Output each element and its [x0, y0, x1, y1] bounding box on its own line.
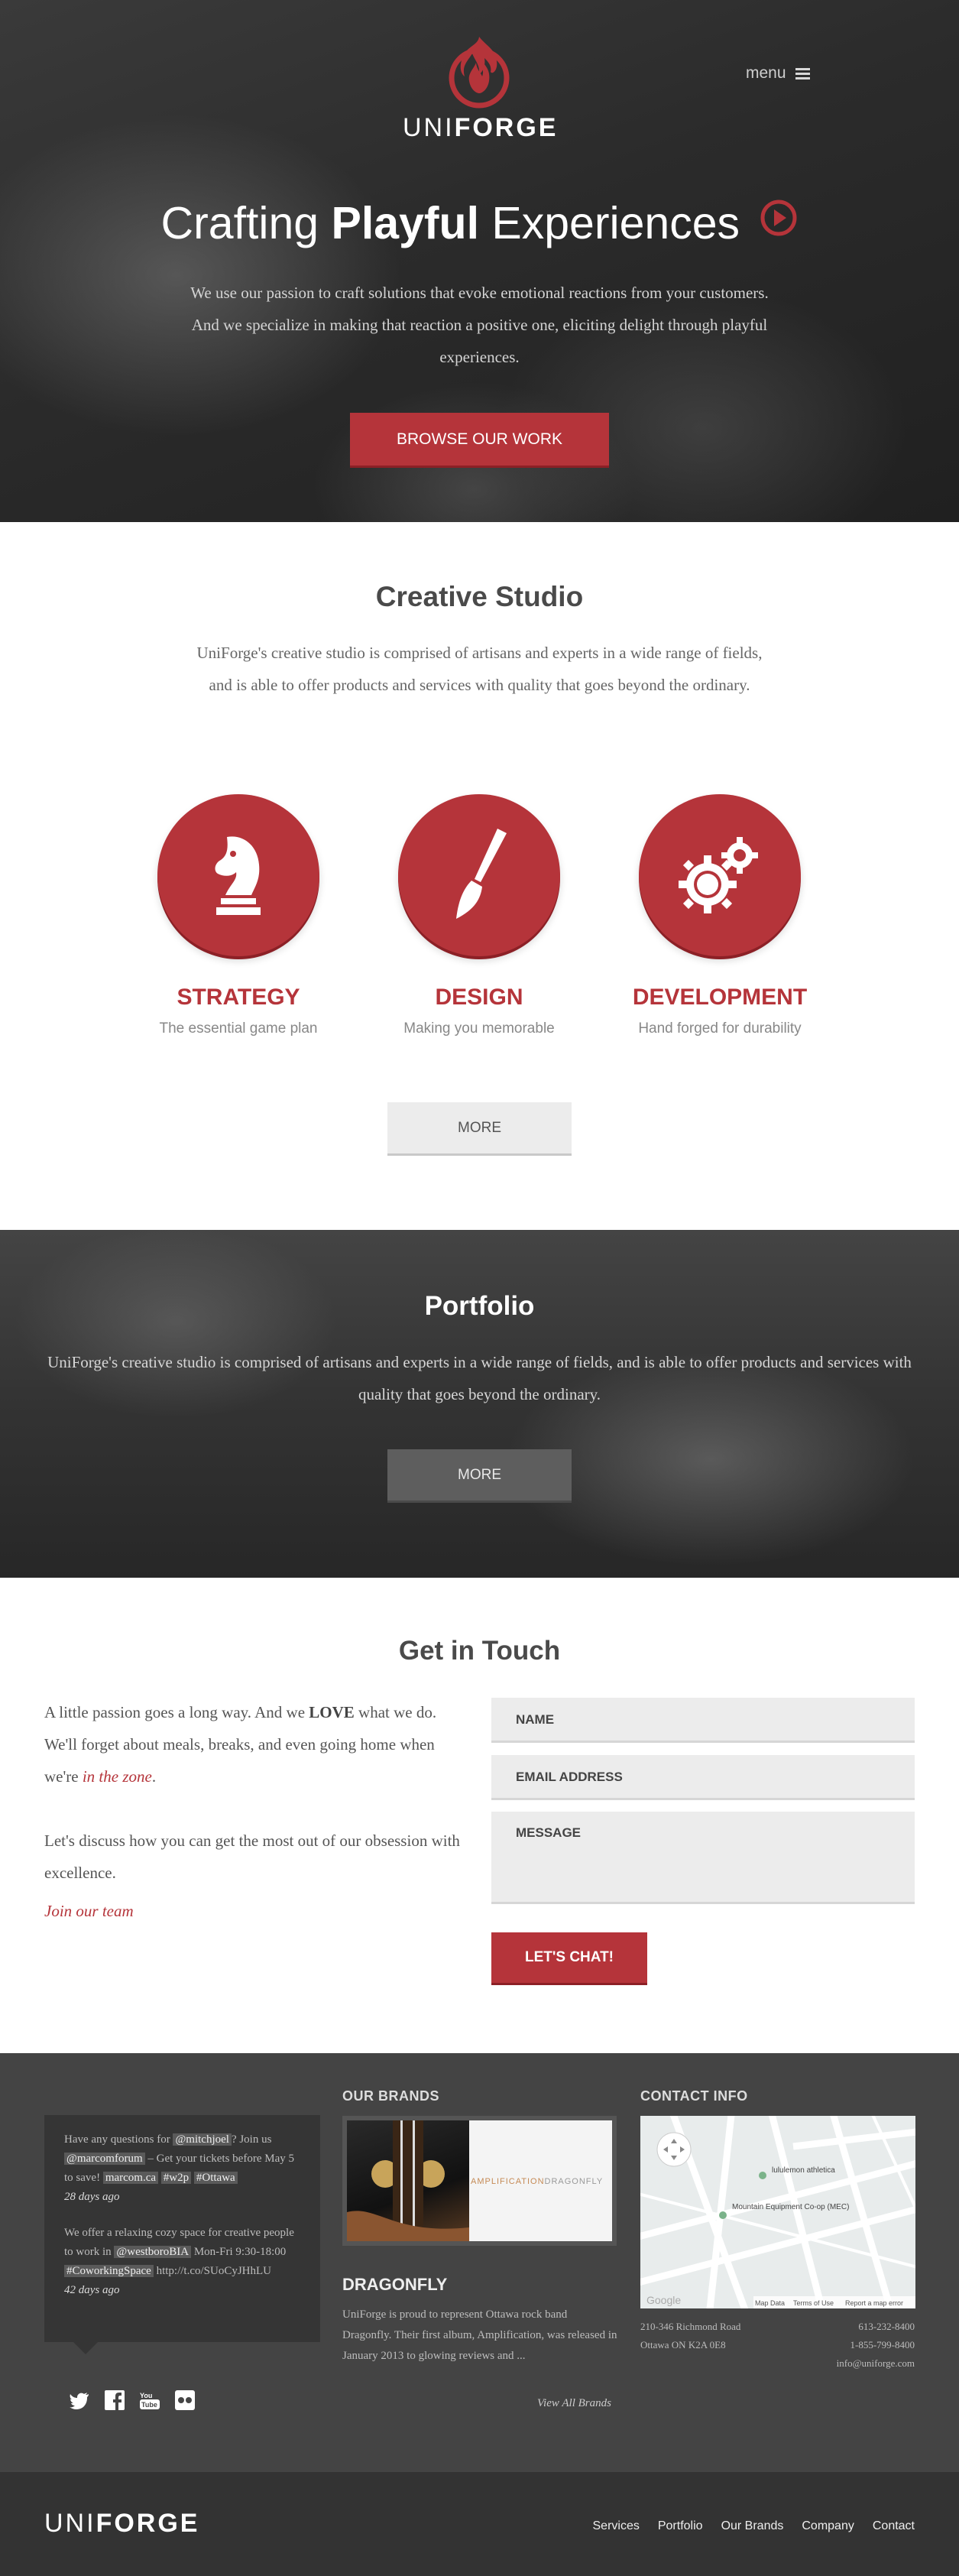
paintbrush-icon	[456, 829, 507, 919]
brand-description: UniForge is proud to represent Ottawa ro…	[342, 2308, 617, 2362]
footer-nav-our-brands[interactable]: Our Brands	[721, 2519, 784, 2533]
map-label-mec: Mountain Equipment Co-op (MEC)	[732, 2203, 849, 2211]
service-subtitle-development: Hand forged for durability	[638, 1020, 802, 1037]
gears-icon	[679, 837, 758, 913]
svg-text:Tube: Tube	[141, 2401, 157, 2409]
contact-intro: A little passion goes a long way. And we…	[44, 1696, 472, 1921]
design-circle[interactable]	[398, 794, 560, 956]
facebook-icon[interactable]	[104, 2389, 125, 2411]
brand-image-text-b: DRAGONFLY	[544, 2177, 604, 2186]
studio-description: UniForge's creative studio is comprised …	[196, 644, 763, 694]
bottom-bar: UNIFORGE Services Portfolio Our Brands C…	[0, 2472, 959, 2576]
tweet-mention[interactable]: @westboroBIA	[114, 2246, 192, 2258]
contact-info-heading: CONTACT INFO	[640, 2088, 748, 2104]
phone-email: 613-232-8400 1-855-799-8400 info@uniforg…	[837, 2318, 915, 2373]
map-data-label: Map Data	[755, 2299, 785, 2307]
tweet-time: 28 days ago	[64, 2191, 120, 2203]
development-circle[interactable]	[639, 794, 801, 956]
hero-title-pre: Crafting	[160, 198, 332, 248]
flickr-icon[interactable]	[174, 2389, 196, 2411]
play-video-icon[interactable]	[760, 196, 798, 248]
tweet-hashtag[interactable]: #Ottawa	[193, 2172, 238, 2184]
view-all-brands-link[interactable]: View All Brands	[537, 2397, 611, 2410]
browse-work-button[interactable]: BROWSE OUR WORK	[350, 413, 609, 468]
logo-text-bold: FORGE	[454, 113, 559, 142]
menu-button[interactable]: menu	[746, 64, 810, 83]
footer-nav-contact[interactable]: Contact	[873, 2519, 915, 2533]
chess-knight-icon	[215, 836, 261, 915]
address: 210-346 Richmond Road Ottawa ON K2A 0E8	[640, 2318, 740, 2354]
tweet-hashtag[interactable]: #CoworkingSpace	[64, 2265, 154, 2277]
email-link[interactable]: info@uniforge.com	[837, 2354, 915, 2373]
footer-nav-services[interactable]: Services	[593, 2519, 640, 2533]
service-title-strategy: STRATEGY	[177, 985, 300, 1010]
brand-name[interactable]: DRAGONFLY	[342, 2275, 447, 2295]
tweet-link[interactable]: marcom.ca	[102, 2172, 159, 2184]
address-line-2: Ottawa ON K2A 0E8	[640, 2339, 726, 2351]
service-subtitle-strategy: The essential game plan	[159, 1020, 318, 1037]
youtube-icon[interactable]: You Tube	[139, 2389, 160, 2411]
svg-text:You: You	[140, 2392, 152, 2399]
location-map[interactable]: lululemon athletica Mountain Equipment C…	[640, 2116, 915, 2308]
portfolio-section: Portfolio UniForge's creative studio is …	[0, 1230, 959, 1578]
portfolio-title: Portfolio	[424, 1291, 535, 1321]
portfolio-more-button[interactable]: MORE	[387, 1449, 572, 1503]
map-label-lululemon: lululemon athletica	[772, 2166, 835, 2175]
hero-section: UNIFORGE menu Crafting Playful Experienc…	[0, 0, 959, 522]
hero-title-bold: Playful	[331, 198, 479, 248]
studio-more-button[interactable]: MORE	[387, 1102, 572, 1156]
twitter-icon[interactable]	[69, 2389, 90, 2411]
tollfree-number[interactable]: 1-855-799-8400	[837, 2336, 915, 2354]
join-team-link[interactable]: Join our team	[44, 1902, 134, 1921]
footer-nav-portfolio[interactable]: Portfolio	[658, 2519, 703, 2533]
map-google-logo: Google	[646, 2294, 681, 2306]
tweet-hashtag[interactable]: #w2p	[160, 2172, 192, 2184]
name-field[interactable]: NAME	[491, 1698, 915, 1743]
hero-title: Crafting Playful Experiences	[0, 197, 959, 252]
creative-studio-section: Creative Studio UniForge's creative stud…	[0, 522, 959, 1230]
lets-chat-button[interactable]: LET'S CHAT!	[491, 1932, 647, 1985]
site-logo[interactable]: UNIFORGE	[403, 31, 556, 143]
footer-logo-light: UNI	[44, 2509, 96, 2538]
hamburger-icon	[795, 67, 810, 79]
map-report-link: Report a map error	[845, 2299, 903, 2307]
contact-title: Get in Touch	[398, 1636, 561, 1666]
footer-logo[interactable]: UNIFORGE	[44, 2509, 199, 2539]
tweet: We offer a relaxing cozy space for creat…	[64, 2224, 300, 2300]
studio-title: Creative Studio	[375, 581, 584, 612]
phone-number[interactable]: 613-232-8400	[837, 2318, 915, 2336]
footer-logo-bold: FORGE	[96, 2509, 200, 2538]
portfolio-description: UniForge's creative studio is comprised …	[47, 1353, 912, 1403]
brand-image-text-a: AMPLIFICATION	[471, 2177, 545, 2186]
contact-paragraph-2: Let's discuss how you can get the most o…	[44, 1831, 460, 1882]
footer-nav-company[interactable]: Company	[802, 2519, 854, 2533]
flame-logo-icon	[449, 37, 510, 109]
twitter-feed: Have any questions for @mitchjoel? Join …	[44, 2115, 320, 2342]
footer-nav: Services Portfolio Our Brands Company Co…	[593, 2519, 915, 2533]
contact-paragraph-1: A little passion goes a long way. And we…	[44, 1703, 437, 1786]
tweet: Have any questions for @mitchjoel? Join …	[64, 2130, 300, 2207]
service-subtitle-design: Making you memorable	[403, 1020, 555, 1037]
hero-subtitle: We use our passion to craft solutions th…	[190, 284, 769, 366]
brands-heading: OUR BRANDS	[342, 2088, 440, 2104]
logo-text-light: UNI	[403, 113, 455, 142]
menu-label: menu	[746, 64, 786, 82]
tweet-box-pointer	[73, 2342, 98, 2354]
brand-image[interactable]: AMPLIFICATIONDRAGONFLY	[342, 2116, 617, 2246]
footer: Have any questions for @mitchjoel? Join …	[0, 2053, 959, 2472]
tweet-mention[interactable]: @marcomforum	[64, 2153, 145, 2165]
guitar-photo	[347, 2120, 469, 2241]
address-line-1: 210-346 Richmond Road	[640, 2321, 741, 2332]
contact-section: Get in Touch A little passion goes a lon…	[0, 1578, 959, 2053]
service-title-development: DEVELOPMENT	[632, 985, 808, 1010]
message-field[interactable]: MESSAGE	[491, 1812, 915, 1904]
hero-title-post: Experiences	[478, 198, 740, 248]
strategy-circle[interactable]	[157, 794, 319, 956]
tweet-time: 42 days ago	[64, 2284, 120, 2296]
tweet-mention[interactable]: @mitchjoel	[173, 2133, 232, 2146]
service-title-design: DESIGN	[435, 985, 523, 1010]
map-terms-link: Terms of Use	[793, 2299, 834, 2307]
email-field[interactable]: EMAIL ADDRESS	[491, 1755, 915, 1800]
